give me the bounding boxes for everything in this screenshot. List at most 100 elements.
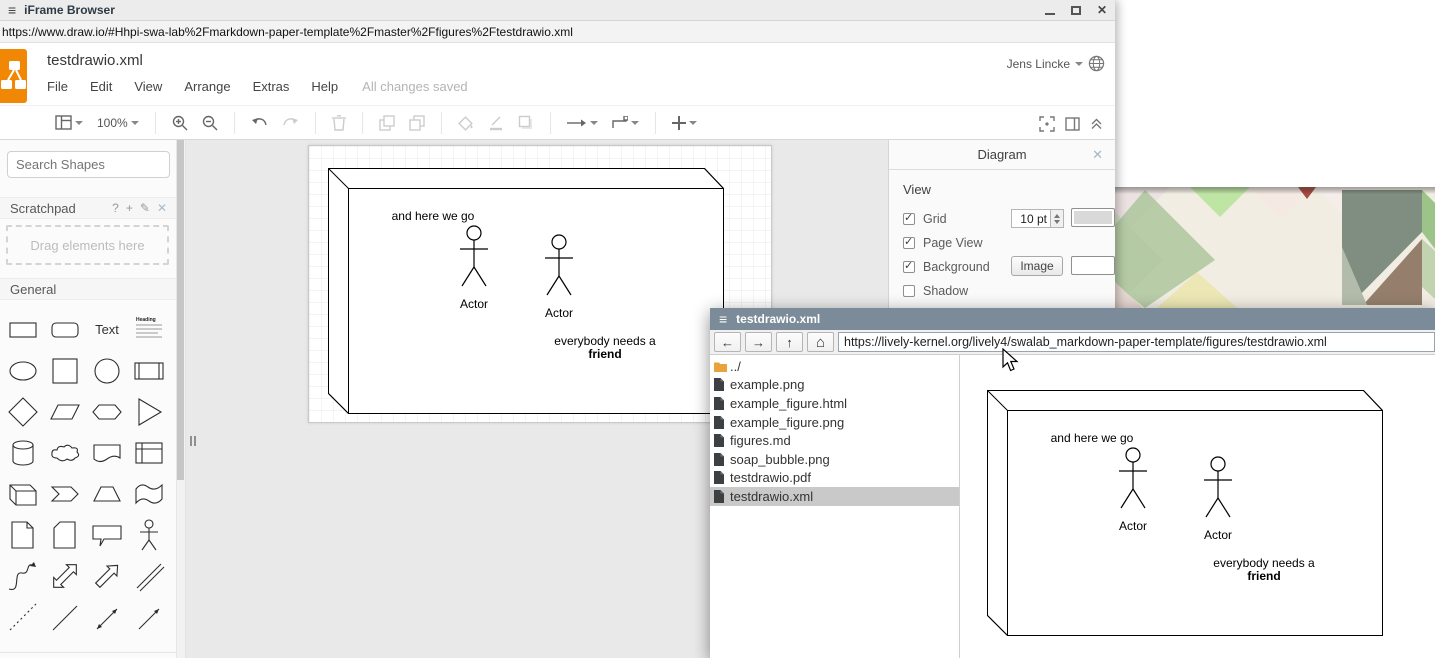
shape-trapezoid[interactable] (86, 473, 128, 514)
back-button[interactable]: ← (714, 332, 741, 352)
sidebar-scrollbar-thumb[interactable] (177, 140, 184, 480)
search-input[interactable] (16, 157, 192, 172)
language-globe-icon[interactable] (1088, 55, 1105, 72)
file-row[interactable]: example_figure.png (710, 413, 959, 432)
background-color-swatch[interactable] (1071, 256, 1115, 275)
shape-callout[interactable] (86, 514, 128, 555)
shape-square[interactable] (44, 350, 86, 391)
stepper-down-icon[interactable] (1054, 220, 1060, 224)
shape-dashed-line[interactable] (2, 596, 44, 637)
shape-textbox[interactable]: Heading (128, 309, 170, 350)
shape-internal-storage[interactable] (128, 432, 170, 473)
sidebar-scrollbar[interactable] (176, 140, 185, 658)
shape-line[interactable] (44, 596, 86, 637)
to-front-button[interactable] (379, 115, 395, 131)
minimize-icon[interactable] (1045, 13, 1055, 15)
window-titlebar[interactable]: ≡ iFrame Browser ✕ (0, 0, 1115, 21)
shape-tape[interactable] (128, 473, 170, 514)
up-button[interactable]: ↑ (776, 332, 803, 352)
scratchpad-drop-area[interactable]: Drag elements here (6, 225, 169, 265)
shape-ellipse[interactable] (2, 350, 44, 391)
insert-button[interactable] (672, 116, 697, 130)
shape-note[interactable] (2, 514, 44, 555)
zoom-out-button[interactable] (202, 115, 218, 131)
shape-diamond[interactable] (2, 391, 44, 432)
maximize-icon[interactable] (1071, 6, 1081, 15)
shape-rounded-rectangle[interactable] (44, 309, 86, 350)
waypoint-caret-icon[interactable] (631, 121, 639, 125)
grid-size-input[interactable] (1011, 209, 1051, 228)
shape-bidirectional-arrow[interactable] (44, 555, 86, 596)
shadow-button[interactable] (518, 115, 534, 131)
collapse-toolbar-icon[interactable] (1090, 117, 1103, 130)
menu-help[interactable]: Help (311, 79, 338, 94)
shape-cylinder[interactable] (2, 432, 44, 473)
browser-url-bar[interactable]: https://www.draw.io/#Hhpi-swa-lab%2Fmark… (0, 21, 1115, 43)
shape-circle[interactable] (86, 350, 128, 391)
user-name[interactable]: Jens Lincke (1007, 57, 1070, 71)
page-view-caret-icon[interactable] (75, 121, 83, 125)
file-row[interactable]: ../ (710, 357, 959, 376)
file-row[interactable]: figures.md (710, 431, 959, 450)
shape-cloud[interactable] (44, 432, 86, 473)
file-window-titlebar[interactable]: ≡ testdrawio.xml (710, 308, 1435, 330)
shape-card[interactable] (44, 514, 86, 555)
menu-file[interactable]: File (47, 79, 68, 94)
user-caret-icon[interactable] (1075, 62, 1083, 66)
panel-close-icon[interactable]: ✕ (1092, 147, 1103, 163)
menu-edit[interactable]: Edit (90, 79, 112, 94)
grid-size-stepper[interactable] (1051, 209, 1064, 228)
page-view-checkbox[interactable] (903, 237, 915, 249)
page-view-button[interactable] (55, 115, 83, 130)
zoom-level-dropdown[interactable]: 100% (97, 116, 139, 130)
background-image-button[interactable]: Image (1011, 256, 1063, 276)
delete-button[interactable] (332, 115, 346, 131)
zoom-in-button[interactable] (172, 115, 188, 131)
to-back-button[interactable] (409, 115, 425, 131)
scratchpad-edit-icon[interactable]: ✎ (140, 201, 150, 215)
file-row[interactable]: testdrawio.xml (710, 487, 959, 506)
scratchpad-close-icon[interactable]: ✕ (157, 201, 167, 215)
shape-arrow[interactable] (86, 555, 128, 596)
stepper-up-icon[interactable] (1054, 214, 1060, 218)
shape-step[interactable] (44, 473, 86, 514)
file-window-menu-icon[interactable]: ≡ (719, 311, 727, 327)
home-button[interactable]: ⌂ (807, 332, 834, 352)
shape-parallelogram[interactable] (44, 391, 86, 432)
window-menu-icon[interactable]: ≡ (8, 2, 16, 18)
file-row[interactable]: example.png (710, 376, 959, 395)
shape-triangle[interactable] (128, 391, 170, 432)
scratchpad-header[interactable]: Scratchpad ? + ✎ ✕ (0, 197, 177, 219)
shadow-checkbox[interactable] (903, 285, 915, 297)
shape-document[interactable] (86, 432, 128, 473)
menu-arrange[interactable]: Arrange (184, 79, 230, 94)
grid-color-swatch[interactable] (1071, 208, 1115, 227)
scratchpad-help-icon[interactable]: ? (112, 201, 119, 215)
shape-bidirectional-connector[interactable] (86, 596, 128, 637)
waypoint-style-button[interactable] (612, 116, 639, 129)
shape-cube[interactable] (2, 473, 44, 514)
redo-button[interactable] (282, 116, 299, 130)
shape-process[interactable] (128, 350, 170, 391)
file-url-input[interactable]: https://lively-kernel.org/lively4/swalab… (838, 332, 1435, 352)
background-checkbox[interactable] (903, 261, 915, 273)
menu-extras[interactable]: Extras (253, 79, 290, 94)
fill-color-button[interactable] (458, 115, 474, 131)
file-row[interactable]: testdrawio.pdf (710, 469, 959, 488)
menu-view[interactable]: View (134, 79, 162, 94)
shape-hexagon[interactable] (86, 391, 128, 432)
file-row[interactable]: example_figure.html (710, 394, 959, 413)
scratchpad-add-icon[interactable]: + (126, 201, 133, 215)
close-icon[interactable]: ✕ (1097, 4, 1107, 16)
shape-directional-connector[interactable] (128, 596, 170, 637)
file-row[interactable]: soap_bubble.png (710, 450, 959, 469)
shape-text[interactable]: Text (86, 309, 128, 350)
sidebar-splitter-handle[interactable] (190, 436, 196, 446)
shape-double-line[interactable] (128, 555, 170, 596)
insert-caret-icon[interactable] (689, 121, 697, 125)
undo-button[interactable] (251, 116, 268, 130)
general-section-header[interactable]: General (0, 278, 177, 300)
canvas-diagram[interactable]: and here we goActorActoreverybody needs … (328, 168, 738, 420)
shape-curve[interactable] (2, 555, 44, 596)
zoom-caret-icon[interactable] (131, 121, 139, 125)
